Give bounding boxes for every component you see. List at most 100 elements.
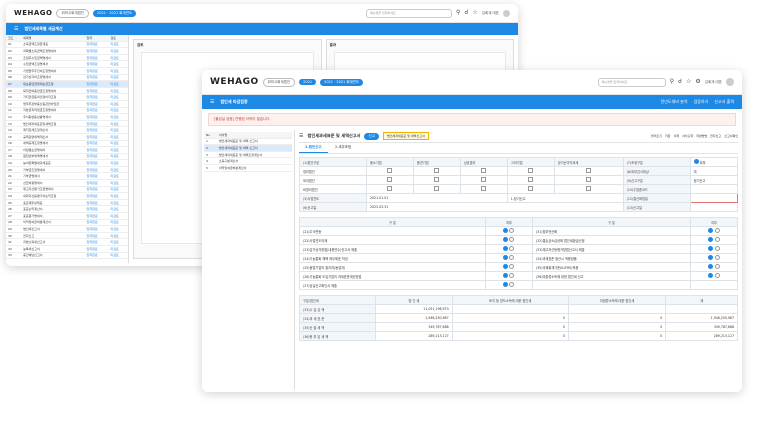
corp-type-checkbox[interactable] <box>366 166 414 176</box>
action-print[interactable]: 신고서 출력 <box>714 99 734 105</box>
table-row[interactable]: 28 이익잉여금처분계산서 입력완료 미검토 <box>6 219 128 227</box>
star-icon[interactable]: ☆ <box>472 9 477 17</box>
tax-value[interactable] <box>567 304 667 314</box>
tax-value[interactable]: 0 <box>567 313 667 323</box>
tax-value[interactable]: 0 <box>451 313 569 323</box>
table-row[interactable]: 24 외화자산등평가차손익조정 입력완료 미검토 <box>6 192 128 200</box>
table-row[interactable]: 06 감가상각비조정명세서 입력완료 미검토 <box>6 74 128 82</box>
tax-value[interactable]: 349,787,688 <box>375 322 453 332</box>
nav-item[interactable]: 3 법인세과세표준 및 세액조정계산서 <box>204 151 292 159</box>
menu-icon[interactable]: ☰ <box>14 25 18 33</box>
table-row[interactable]: 08 퇴직급여충당금조정명세서 입력완료 미검토 <box>6 87 128 95</box>
bell-icon[interactable]: ☌ <box>464 9 468 17</box>
yn-radio[interactable] <box>690 253 738 263</box>
list-icon[interactable]: ☰ <box>299 132 303 140</box>
yn-radio[interactable] <box>690 271 738 281</box>
front-search-input[interactable]: 메뉴명을 입력하세요 <box>597 77 666 87</box>
table-row[interactable]: 02 과목별소득금액조정명세서 입력완료 미검토 <box>6 47 128 55</box>
corp-type-checkbox[interactable] <box>459 166 508 176</box>
corp-type-checkbox[interactable] <box>506 175 555 185</box>
table-row[interactable]: 20 기부금조정명세서 입력완료 미검토 <box>6 166 128 174</box>
field-value[interactable]: 2022.03.31 <box>366 202 624 212</box>
nav-item[interactable]: 4 소득구분계산서 <box>204 157 292 165</box>
tax-value[interactable]: 349,787,688 <box>665 322 738 332</box>
tax-value[interactable]: 0 <box>567 322 667 332</box>
yn-radio[interactable] <box>484 280 533 290</box>
corp-type-checkbox[interactable] <box>506 166 555 176</box>
table-row[interactable]: 30 전자신고 입력완료 미검토 <box>6 232 128 240</box>
table-row[interactable]: 12 주식등변동상황명세서 입력완료 미검토 <box>6 113 128 121</box>
corp-type-checkbox[interactable] <box>506 184 555 194</box>
field-value[interactable] <box>689 184 739 194</box>
yn-radio[interactable] <box>690 262 738 272</box>
yn-radio[interactable] <box>690 226 738 236</box>
table-row[interactable]: 16 세액공제조정명세서 입력완료 미검토 <box>6 140 128 148</box>
right-value[interactable]: 외부 <box>689 157 739 167</box>
front-badge-year[interactable]: 2021 <box>299 79 317 85</box>
tax-value[interactable]: 11,051,196,970 <box>375 304 453 314</box>
table-row[interactable]: 05 기업업무추진비조정명세서 입력완료 미검토 <box>6 67 128 75</box>
toolbar-button[interactable]: 불러오기 <box>651 134 662 138</box>
tax-value[interactable]: 0 <box>451 322 569 332</box>
settlement-date-field[interactable] <box>689 193 739 203</box>
table-row[interactable]: 27 표준원가명세서 입력완료 미검토 <box>6 212 128 220</box>
search-icon[interactable]: ⚲ <box>670 78 674 86</box>
front-company-pill[interactable]: 위하고회계법인 <box>262 77 296 87</box>
back-search-input[interactable]: 메뉴명을 입력하세요 <box>365 8 452 18</box>
corp-type-checkbox[interactable] <box>366 175 414 185</box>
yn-radio[interactable] <box>484 235 533 245</box>
tax-value[interactable] <box>451 304 569 314</box>
table-row[interactable]: 04 수입금액조정명세서 입력완료 미검토 <box>6 60 128 68</box>
menu-icon[interactable]: ☰ <box>210 98 214 106</box>
table-row[interactable]: 03 조정후수입금액명세서 입력완료 미검토 <box>6 54 128 62</box>
tax-value[interactable]: 1,946,250,987 <box>375 313 453 323</box>
table-row[interactable]: 26 표준손익계산서 입력완료 미검토 <box>6 205 128 214</box>
yn-radio[interactable] <box>484 271 533 281</box>
field-value[interactable]: 정기신고 <box>689 175 739 185</box>
yn-radio[interactable] <box>484 244 533 254</box>
tab-corp-report[interactable]: 1.법인신고 <box>299 143 328 153</box>
tab-adjustment[interactable]: 2.세무조정 <box>329 143 357 152</box>
search-icon[interactable]: ⚲ <box>456 9 460 17</box>
settings-icon[interactable]: ⚙ <box>695 78 700 86</box>
nav-item[interactable]: 5 이익잉여금처분계산서 <box>204 164 292 172</box>
corp-type-checkbox[interactable] <box>553 175 624 185</box>
nav-item[interactable]: 1 법인세과세표준 및 세액 신고서 <box>204 138 292 146</box>
back-menu-pill[interactable]: 2021 · 2021 회계연도 <box>93 9 137 17</box>
nav-item[interactable]: 2 법인세과세표준 및 세액 신고서 <box>204 144 292 152</box>
yn-radio[interactable] <box>484 262 533 272</box>
yn-radio[interactable] <box>690 280 738 290</box>
bell-icon[interactable]: ☌ <box>678 78 682 86</box>
table-row[interactable]: 18 원천납부세액명세서 입력완료 미검토 <box>6 153 128 161</box>
corp-type-checkbox[interactable] <box>412 166 461 176</box>
table-row[interactable]: 13 법인세과세표준및세액조정 입력완료 미검토 <box>6 120 128 128</box>
table-row[interactable]: 29 법인세신고서 입력완료 미검토 <box>6 225 128 233</box>
toolbar-button[interactable]: 작성방법 <box>696 134 707 138</box>
avatar[interactable] <box>503 9 510 17</box>
tax-value[interactable]: 289,213,127 <box>375 331 453 341</box>
back-company-pill[interactable]: 위하고회계법인 <box>56 8 90 18</box>
field-value[interactable]: 여 <box>689 166 739 176</box>
table-row[interactable]: 17 이월결손금명세서 입력완료 미검토 <box>6 146 128 154</box>
table-row[interactable]: 25 표준재무상태표 입력완료 미검토 <box>6 199 128 207</box>
tax-value[interactable]: 0 <box>451 331 569 341</box>
yn-radio[interactable] <box>484 226 533 236</box>
field-value[interactable] <box>689 202 739 212</box>
yn-radio[interactable] <box>484 253 533 263</box>
table-row[interactable]: 14 최저한세조정계산서 입력완료 미검토 <box>6 126 128 134</box>
corp-type-checkbox[interactable] <box>459 184 508 194</box>
front-menu-pill[interactable]: 2021 · 2021 회계연도 <box>320 78 364 86</box>
table-row[interactable]: 11 자본금과적립금조정명세서 입력완료 미검토 <box>6 107 128 115</box>
tax-value[interactable] <box>665 304 738 314</box>
star-icon[interactable]: ☆ <box>686 78 691 86</box>
tax-value[interactable]: 1,946,250,987 <box>665 313 738 323</box>
field-value[interactable]: 2021.01.01 <box>366 193 508 203</box>
action-verify[interactable]: 검증하기 <box>694 99 709 105</box>
table-row[interactable]: 15 공제감면세액계산서 입력완료 미검토 <box>6 133 128 141</box>
corp-type-checkbox[interactable] <box>553 166 624 176</box>
table-row[interactable]: 07 대손충당금및대손금조정 입력완료 미검토 <box>6 80 128 88</box>
corp-type-checkbox[interactable] <box>366 184 414 194</box>
toolbar-button[interactable]: 신고서확인 <box>724 134 738 138</box>
yn-radio[interactable] <box>690 235 738 245</box>
corp-type-checkbox[interactable] <box>412 184 461 194</box>
